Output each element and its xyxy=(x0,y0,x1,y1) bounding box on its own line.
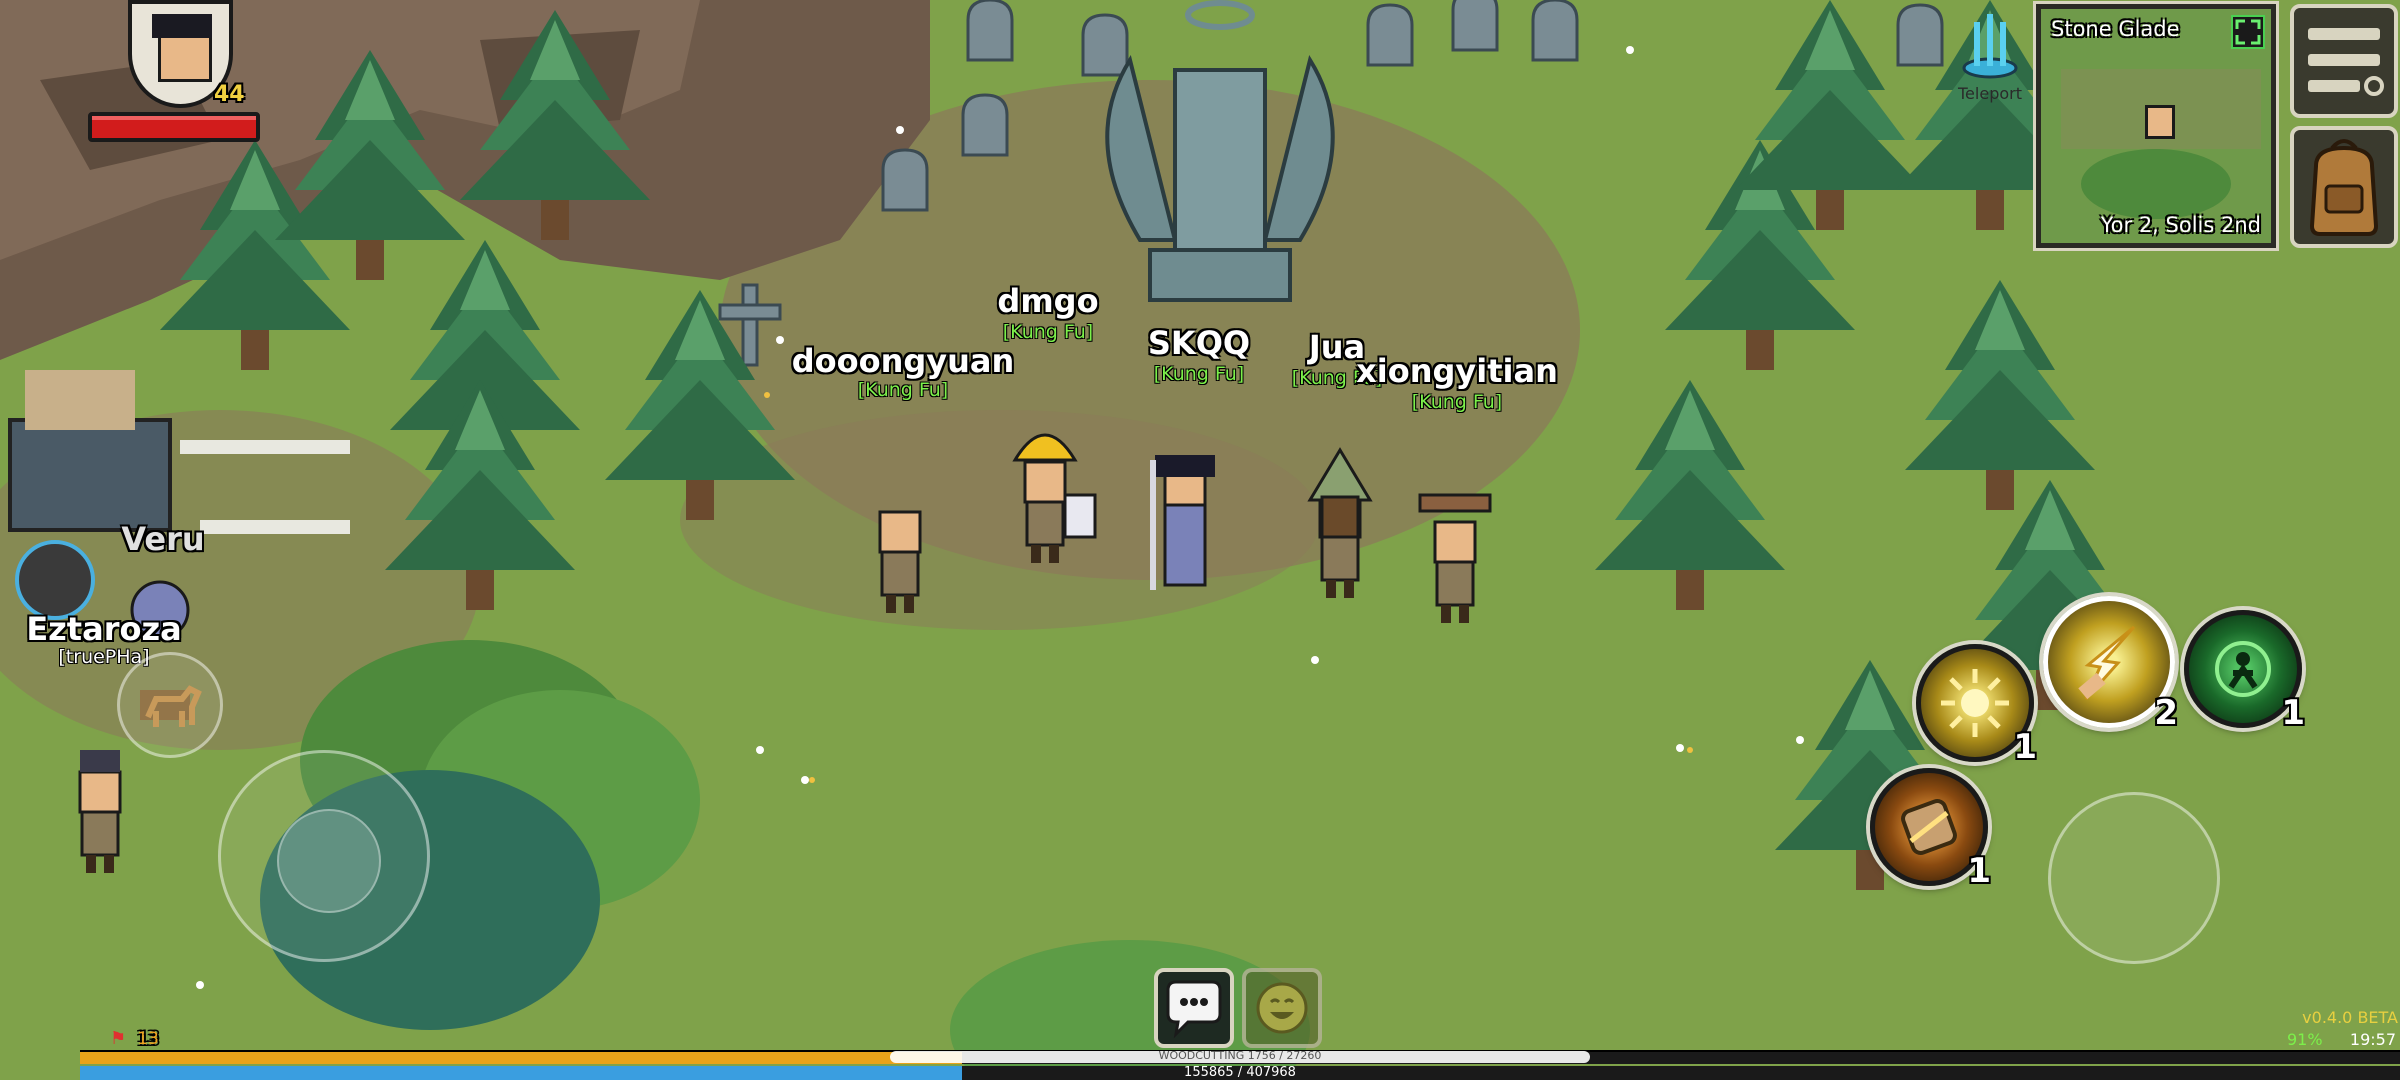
hp-bar xyxy=(88,112,260,142)
woodcutting-text: WOODCUTTING 1756 / 27260 xyxy=(1158,1049,1322,1062)
player-name-xiongyitian[interactable]: xiongyitian xyxy=(1356,352,1558,390)
skill-count: 1 xyxy=(2281,693,2305,733)
player-name-skqq[interactable]: SKQQ xyxy=(1148,324,1250,362)
menu-button[interactable] xyxy=(2290,4,2398,118)
teleport-button[interactable]: Teleport xyxy=(1950,10,2030,105)
teleport-icon xyxy=(1962,14,2018,79)
minimap[interactable]: Stone Glade Yor 2, Solis 2nd xyxy=(2036,4,2276,248)
player-level: 44 xyxy=(214,82,245,107)
skill-count: 2 xyxy=(2154,693,2178,733)
guild-tag-xiongyitian: [Kung Fu] xyxy=(1411,391,1503,413)
player-name-eztaroza[interactable]: Eztaroza xyxy=(26,610,181,648)
xp-text: 155865 / 407968 xyxy=(1184,1065,1296,1080)
minimap-player-marker xyxy=(2145,105,2175,139)
chat-bubble-icon xyxy=(1166,980,1222,1039)
emote-button[interactable] xyxy=(1242,968,1322,1048)
sun-burst-icon xyxy=(1941,669,2009,737)
skill-scroll[interactable]: 1 xyxy=(1870,768,1991,891)
expand-icon[interactable] xyxy=(2231,15,2265,49)
minimap-title: Stone Glade xyxy=(2051,17,2180,41)
lightning-icon xyxy=(2078,625,2136,700)
notification[interactable]: ⚑ 13 xyxy=(110,1028,159,1050)
woodcutting-progress: WOODCUTTING 1756 / 27260 xyxy=(890,1049,1590,1063)
guild-tag-dmgo: [Kung Fu] xyxy=(1002,321,1094,343)
joystick-knob[interactable] xyxy=(277,809,381,913)
xp-fill xyxy=(80,1052,962,1064)
player-name-veru[interactable]: Veru xyxy=(121,520,204,558)
smile-icon xyxy=(1256,982,1308,1034)
chat-button[interactable] xyxy=(1154,968,1234,1048)
hamburger-menu-icon xyxy=(2308,28,2384,96)
clock-label: 19:57 xyxy=(2349,1030,2396,1049)
attack-joystick[interactable] xyxy=(2048,792,2220,964)
guild-tag-skqq: [Kung Fu] xyxy=(1153,363,1245,385)
skill-count: 1 xyxy=(1967,851,1991,891)
player-status: 44 xyxy=(88,0,268,150)
notification-icon: ⚑ xyxy=(110,1028,127,1049)
minimap-date: Yor 2, Solis 2nd xyxy=(2100,213,2261,237)
player-name-dmgo[interactable]: dmgo xyxy=(997,282,1098,320)
scroll-icon xyxy=(1901,799,1957,855)
guild-tag-dooongyuan: [Kung Fu] xyxy=(857,379,949,401)
version-label: v0.4.0 BETA xyxy=(2302,1008,2398,1027)
backpack-icon xyxy=(2309,139,2379,236)
inventory-button[interactable] xyxy=(2290,126,2398,248)
hp-fill xyxy=(92,116,256,138)
movement-joystick[interactable] xyxy=(218,750,430,962)
battery-label: 91% xyxy=(2287,1030,2323,1049)
mount-joystick[interactable] xyxy=(117,652,223,758)
teleport-label: Teleport xyxy=(1958,84,2022,103)
horse-icon xyxy=(145,685,202,727)
skill-lightning-strike[interactable]: 2 xyxy=(2043,596,2178,733)
notification-count: 13 xyxy=(137,1029,159,1049)
skill-heal-target[interactable]: 1 xyxy=(2184,610,2305,733)
skill-count: 1 xyxy=(2013,727,2037,767)
heal-target-icon xyxy=(2215,641,2271,697)
player-name-dooongyuan[interactable]: dooongyuan xyxy=(792,342,1015,380)
skill-sun-burst[interactable]: 1 xyxy=(1916,644,2037,767)
secondary-bar: 155865 / 407968 xyxy=(80,1065,2400,1080)
